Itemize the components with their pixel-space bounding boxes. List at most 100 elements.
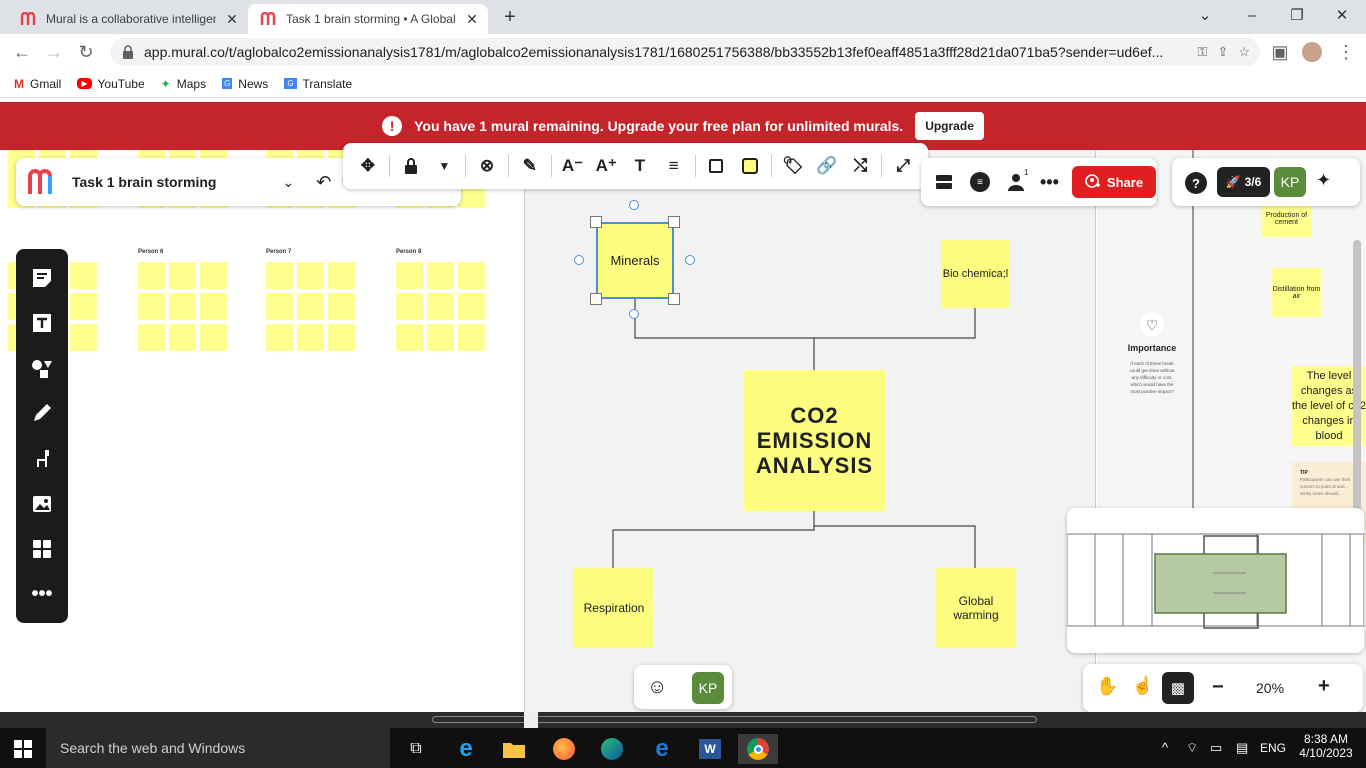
sticky-note[interactable] [200, 293, 227, 320]
chevron-down-icon[interactable]: ▼ [427, 148, 461, 184]
upgrade-button[interactable]: Upgrade [915, 112, 984, 140]
resize-handle[interactable] [590, 293, 602, 305]
edge-icon[interactable] [592, 734, 632, 764]
sticky-note[interactable] [328, 324, 355, 351]
zoom-level[interactable]: 20% [1256, 680, 1284, 696]
sticky-note[interactable] [200, 324, 227, 351]
shapes-icon[interactable] [29, 355, 55, 381]
pen-icon[interactable]: ✎ [513, 148, 547, 184]
sticky-global-warming[interactable]: Global warming [936, 568, 1016, 648]
chevron-down-icon[interactable]: ⌄ [282, 174, 294, 191]
word-icon[interactable]: W [690, 734, 730, 764]
llama-icon[interactable] [29, 446, 55, 472]
scroll-thumb[interactable] [524, 712, 538, 728]
sticky-respiration[interactable]: Respiration [574, 568, 654, 648]
resize-handle[interactable] [590, 216, 602, 228]
taskbar-search[interactable]: Search the web and Windows [46, 728, 390, 768]
restore-button[interactable]: ❐ [1277, 4, 1317, 28]
forward-icon[interactable]: → [42, 40, 66, 64]
profile-avatar[interactable] [1302, 42, 1322, 62]
sticky-note[interactable] [169, 324, 196, 351]
file-explorer-icon[interactable] [494, 734, 534, 764]
close-tab-icon[interactable]: ✕ [464, 11, 480, 28]
sticky-note[interactable] [200, 262, 227, 289]
close-tab-icon[interactable]: ✕ [224, 11, 240, 28]
sticky-minerals[interactable]: Minerals [596, 222, 674, 299]
fill-color-icon[interactable] [733, 148, 767, 184]
firefox-icon[interactable] [544, 734, 584, 764]
help-icon[interactable]: ? [1185, 172, 1207, 194]
comment-icon[interactable]: ≡ [970, 172, 990, 192]
side-panel-icon[interactable]: ▣ [1268, 40, 1292, 64]
emoji-icon[interactable]: ☺ [647, 676, 667, 699]
reload-icon[interactable]: ↻ [74, 40, 98, 64]
task-view-icon[interactable]: ⧉ [396, 734, 436, 764]
avatar[interactable]: KP [692, 672, 724, 704]
language-indicator[interactable]: ENG [1260, 741, 1286, 755]
sticky-note[interactable] [297, 293, 324, 320]
bookmark-maps[interactable]: ✦ Maps [161, 77, 206, 91]
bookmark-gmail[interactable]: M Gmail [14, 77, 61, 91]
sticky-note-icon[interactable] [29, 265, 55, 291]
pen-icon[interactable] [29, 400, 55, 426]
windows-start-icon[interactable] [14, 740, 32, 758]
sticky-note[interactable] [266, 262, 293, 289]
more-icon[interactable]: ••• [29, 581, 55, 607]
sticky-biochemical[interactable]: Bio chemica;l [942, 240, 1009, 308]
sticky-note[interactable] [8, 262, 16, 289]
sticky-note[interactable] [396, 324, 423, 351]
border-icon[interactable] [700, 148, 734, 184]
horizontal-scrollbar[interactable] [432, 716, 1037, 723]
sticky-note[interactable] [328, 293, 355, 320]
sticky-note[interactable] [396, 293, 423, 320]
bookmark-youtube[interactable]: ▶ YouTube [77, 77, 145, 91]
expand-icon[interactable]: ⤢ [886, 148, 920, 184]
visibility-icon[interactable]: ⊗ [470, 148, 504, 184]
browser-tab-mural[interactable]: Mural is a collaborative intelligen ✕ [8, 4, 248, 34]
sticky-note[interactable] [297, 324, 324, 351]
onboarding-progress[interactable]: 🚀 3/6 [1217, 167, 1270, 197]
tray-chevron-icon[interactable]: ^ [1162, 740, 1168, 755]
bookmark-star-icon[interactable]: ☆ [1238, 44, 1250, 60]
sticky-note[interactable] [138, 262, 165, 289]
align-icon[interactable]: ≡ [657, 148, 691, 184]
font-increase-icon[interactable]: A⁺ [589, 148, 623, 184]
chrome-icon[interactable] [738, 734, 778, 764]
map-icon[interactable]: ▩ [1162, 672, 1194, 704]
menu-icon[interactable]: ⋮ [1334, 40, 1358, 64]
sticky-note[interactable] [458, 262, 485, 289]
zoom-in-button[interactable]: + [1318, 675, 1330, 698]
sticky-note[interactable] [70, 293, 97, 320]
user-icon[interactable] [1006, 172, 1026, 192]
connector-handle[interactable] [685, 255, 695, 265]
key-icon[interactable]: ⚿ [1198, 44, 1208, 60]
battery-icon[interactable]: ▭ [1210, 740, 1222, 756]
browser-tab-active[interactable]: Task 1 brain storming • A Global ✕ [248, 4, 488, 34]
avatar[interactable]: KP [1274, 167, 1306, 197]
text-format-icon[interactable]: T [623, 148, 657, 184]
sticky-note[interactable] [427, 262, 454, 289]
mural-logo-icon[interactable] [26, 168, 62, 196]
outline-icon[interactable] [934, 172, 954, 192]
sticky-note[interactable] [169, 262, 196, 289]
sticky-note[interactable] [138, 324, 165, 351]
bookmark-news[interactable]: G News [222, 77, 268, 91]
tab-search-icon[interactable]: ⌄ [1185, 4, 1225, 28]
image-icon[interactable] [29, 491, 55, 517]
resize-handle[interactable] [668, 216, 680, 228]
link-icon[interactable]: 🔗 [810, 148, 844, 184]
more-icon[interactable]: ••• [1040, 172, 1059, 193]
resize-handle[interactable] [668, 293, 680, 305]
sticky-note[interactable] [297, 262, 324, 289]
new-tab-button[interactable]: + [498, 6, 522, 30]
select-hand-icon[interactable]: ☝ [1132, 676, 1153, 696]
move-icon[interactable]: ✥ [351, 148, 385, 184]
templates-icon[interactable] [29, 536, 55, 562]
sticky-co2-emission-analysis[interactable]: CO2 EMISSION ANALYSIS [744, 370, 885, 511]
bookmark-translate[interactable]: G Translate [284, 77, 352, 91]
connector-handle[interactable] [629, 200, 639, 210]
sticky-note[interactable] [458, 324, 485, 351]
sticky-note[interactable] [427, 293, 454, 320]
mural-title[interactable]: Task 1 brain storming [72, 174, 216, 190]
minimize-button[interactable]: – [1232, 4, 1272, 28]
